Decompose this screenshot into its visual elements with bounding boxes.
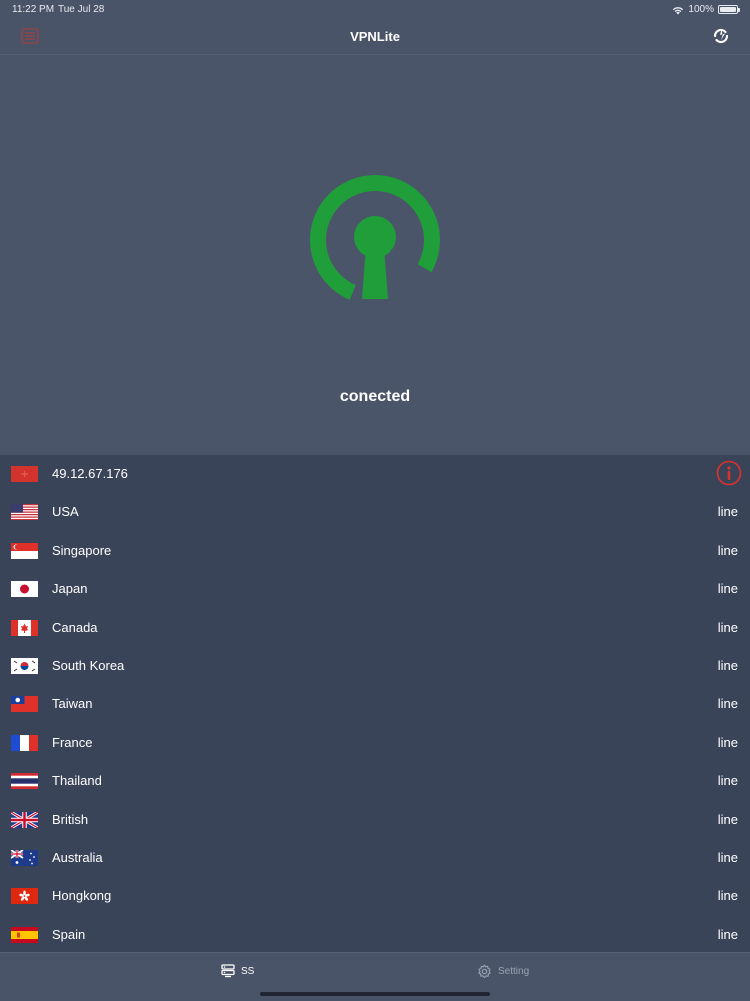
server-name: Australia: [52, 849, 103, 865]
japan-flag-icon: [11, 581, 38, 598]
list-item[interactable]: Taiwan line: [0, 685, 750, 723]
line-label: line: [717, 504, 738, 520]
info-icon[interactable]: [716, 460, 742, 486]
server-name: South Korea: [52, 657, 125, 673]
server-name: Taiwan: [52, 696, 93, 712]
connection-panel: conected: [0, 55, 750, 455]
refresh-icon[interactable]: [712, 27, 730, 45]
battery-icon: [718, 5, 740, 14]
line-label: line: [717, 888, 738, 904]
server-name: USA: [52, 504, 79, 520]
server-name: Japan: [52, 581, 88, 597]
battery-percent: 100%: [688, 4, 714, 15]
canada-flag-icon: [11, 619, 38, 636]
line-label: line: [717, 773, 738, 789]
home-indicator: [260, 992, 490, 996]
line-label: line: [717, 696, 738, 712]
status-right: 100%: [672, 4, 740, 15]
tab-ss-label: SS: [241, 965, 255, 977]
nav-bar: VPNLite: [0, 18, 750, 55]
tab-ss[interactable]: SS: [221, 964, 254, 978]
spain-flag-icon: [11, 926, 38, 943]
current-server-flag-icon: [11, 466, 38, 482]
thailand-flag-icon: [11, 773, 38, 790]
connection-status: conected: [339, 388, 411, 405]
list-item[interactable]: Singapore line: [0, 532, 750, 570]
server-name: Thailand: [52, 773, 102, 789]
usa-flag-icon: [11, 504, 38, 521]
line-label: line: [717, 734, 738, 750]
server-list: 49.12.67.176 USA line Singapore line Jap…: [0, 455, 750, 954]
server-name: France: [52, 734, 93, 750]
wifi-icon: [673, 6, 684, 14]
vpn-keyhole-icon[interactable]: [310, 175, 440, 305]
list-item[interactable]: 49.12.67.176: [0, 455, 750, 493]
server-icon: [221, 964, 235, 978]
status-time: 11:22 PM: [12, 4, 55, 15]
australia-flag-icon: [11, 849, 38, 866]
france-flag-icon: [11, 734, 38, 751]
server-name: British: [52, 811, 89, 827]
line-label: line: [717, 849, 738, 865]
tab-setting[interactable]: Setting: [477, 964, 529, 979]
list-item[interactable]: Canada line: [0, 609, 750, 647]
list-item[interactable]: USA line: [0, 493, 750, 531]
line-label: line: [717, 542, 738, 558]
line-label: line: [717, 581, 738, 597]
taiwan-flag-icon: [11, 696, 38, 713]
list-item[interactable]: South Korea line: [0, 647, 750, 685]
british-flag-icon: [11, 811, 38, 828]
list-item[interactable]: Thailand line: [0, 762, 750, 800]
server-name: Singapore: [52, 542, 112, 558]
server-name: Hongkong: [52, 888, 112, 904]
list-item[interactable]: Hongkong line: [0, 877, 750, 915]
gear-icon: [478, 964, 491, 979]
list-item[interactable]: France line: [0, 724, 750, 762]
line-label: line: [717, 811, 738, 827]
tab-bar: SS Setting: [0, 952, 750, 1001]
status-bar: 11:22 PM Tue Jul 28 100%: [0, 0, 750, 18]
list-item[interactable]: Spain line: [0, 916, 750, 954]
singapore-flag-icon: [11, 542, 38, 559]
server-address: 49.12.67.176: [52, 466, 128, 481]
server-name: Canada: [52, 619, 98, 635]
server-name: Spain: [52, 926, 86, 942]
list-item[interactable]: Japan line: [0, 570, 750, 608]
tab-setting-label: Setting: [498, 966, 530, 977]
list-item[interactable]: British line: [0, 801, 750, 839]
south-korea-flag-icon: [11, 657, 38, 674]
hongkong-flag-icon: [11, 888, 38, 905]
list-item[interactable]: Australia line: [0, 839, 750, 877]
line-label: line: [717, 657, 738, 673]
line-label: line: [717, 926, 738, 942]
page-title: VPNLite: [350, 29, 400, 44]
line-label: line: [717, 619, 738, 635]
status-date: Tue Jul 28: [58, 4, 105, 15]
